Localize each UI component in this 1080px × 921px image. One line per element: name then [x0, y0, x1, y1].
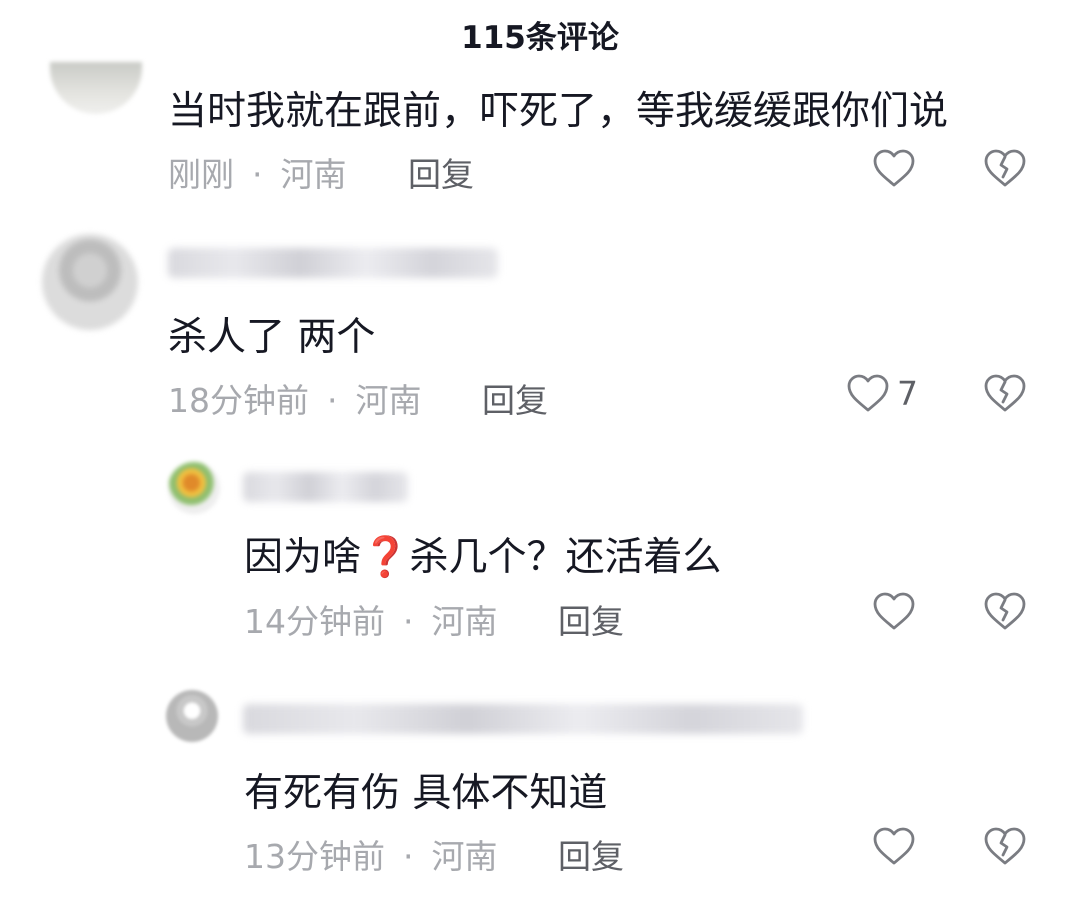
comment-meta: 13分钟前 · 河南 [244, 830, 498, 878]
comment-text: 因为啥❓杀几个？还活着么 [244, 535, 722, 580]
reply-button[interactable]: 回复 [482, 374, 548, 422]
comment-text: 杀人了 两个 [168, 315, 376, 360]
comment-meta: 14分钟前 · 河南 [244, 595, 498, 643]
heart-outline-icon [873, 592, 915, 630]
broken-heart-icon [984, 592, 1026, 630]
dislike-button[interactable] [982, 824, 1028, 870]
reply-button[interactable]: 回复 [558, 830, 624, 878]
comment-location: 河南 [431, 837, 498, 876]
reply-button[interactable]: 回复 [558, 595, 624, 643]
heart-outline-icon [873, 827, 915, 865]
like-button[interactable] [871, 589, 917, 635]
comment-time: 14分钟前 [244, 602, 385, 641]
dislike-button[interactable] [982, 589, 1028, 635]
broken-heart-icon [984, 827, 1026, 865]
username[interactable] [243, 472, 408, 502]
username[interactable] [168, 248, 498, 278]
like-button[interactable] [871, 824, 917, 870]
username[interactable] [243, 704, 803, 734]
comment-meta: 刚刚 · 河南 [168, 148, 347, 196]
comment-time: 13分钟前 [244, 837, 385, 876]
meta-separator: · [403, 602, 414, 641]
dislike-button[interactable] [982, 146, 1028, 192]
heart-outline-icon [847, 374, 889, 412]
heart-outline-icon [873, 149, 915, 187]
avatar[interactable] [50, 62, 142, 114]
comment-location: 河南 [355, 381, 422, 420]
comment-location: 河南 [280, 155, 347, 194]
comment-time: 刚刚 [168, 155, 234, 194]
avatar[interactable] [42, 234, 138, 330]
meta-separator: · [252, 155, 263, 194]
comment-text: 有死有伤 具体不知道 [244, 771, 608, 816]
comment-time: 18分钟前 [168, 381, 309, 420]
meta-separator: · [403, 837, 414, 876]
broken-heart-icon [984, 149, 1026, 187]
dislike-button[interactable] [982, 371, 1028, 417]
comment-meta: 18分钟前 · 河南 [168, 374, 422, 422]
comment-location: 河南 [431, 602, 498, 641]
like-count: 7 [897, 374, 918, 413]
like-button[interactable] [871, 146, 917, 192]
avatar[interactable] [168, 462, 220, 514]
comment-count-title: 115条评论 [461, 20, 619, 56]
meta-separator: · [327, 381, 338, 420]
reply-button[interactable]: 回复 [408, 148, 474, 196]
broken-heart-icon [984, 374, 1026, 412]
like-button[interactable] [845, 371, 891, 417]
comment-text: 当时我就在跟前，吓死了，等我缓缓跟你们说 [168, 89, 949, 134]
avatar[interactable] [166, 690, 218, 742]
